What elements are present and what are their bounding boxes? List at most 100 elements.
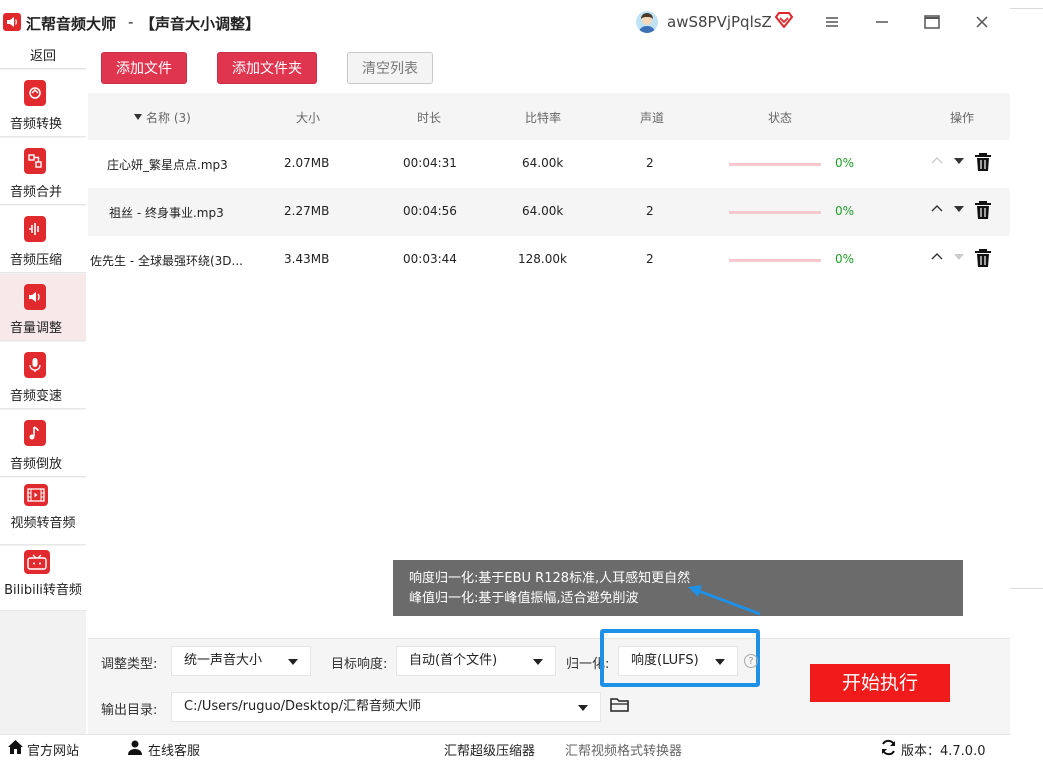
sort-caret-icon[interactable]	[133, 109, 143, 123]
vip-diamond-icon[interactable]	[774, 12, 794, 32]
app-window: 汇帮音频大师 - 【声音大小调整】 awS8PVjPqlsZ 返回 音频转换 音…	[0, 0, 1010, 764]
video-converter-link[interactable]: 汇帮视频格式转换器	[565, 740, 682, 759]
clear-list-button[interactable]: 清空列表	[347, 52, 433, 84]
sidebar-item-label: 音量调整	[9, 321, 62, 336]
sidebar-item-label: 音频压缩	[9, 253, 62, 268]
chevron-down-icon	[533, 659, 543, 665]
add-folder-button[interactable]: 添加文件夹	[217, 52, 317, 84]
move-down-icon[interactable]	[952, 202, 966, 220]
background-panel	[1010, 0, 1043, 764]
header-duration: 时长	[417, 111, 442, 125]
table-row[interactable]: 庄心妍_繁星点点.mp3 2.07MB 00:04:31 64.00k 2 0%	[88, 140, 1010, 188]
delete-icon[interactable]	[974, 248, 992, 272]
header-name[interactable]: 名称 (3)	[146, 109, 191, 126]
highlight-box	[600, 629, 760, 687]
avatar[interactable]	[636, 11, 658, 33]
tv-icon	[24, 550, 50, 574]
file-channels: 2	[646, 156, 654, 170]
progress-percent: 0%	[835, 204, 855, 218]
close-icon[interactable]	[970, 10, 994, 34]
sidebar-item-label: 视频转音频	[10, 516, 76, 531]
customer-service-icon[interactable]	[127, 739, 143, 759]
move-up-icon[interactable]	[930, 202, 944, 220]
output-dir-select[interactable]: C:/Users/ruguo/Desktop/汇帮音频大师	[171, 692, 601, 722]
file-size: 2.07MB	[284, 156, 330, 170]
normalize-tooltip: 响度归一化:基于EBU R128标准,人耳感知更自然 峰值归一化:基于峰值振幅,…	[393, 560, 963, 616]
divider	[1010, 8, 1043, 9]
progress-bar	[729, 163, 821, 166]
online-support-link[interactable]: 在线客服	[148, 740, 200, 759]
move-down-icon[interactable]	[952, 250, 966, 268]
sidebar-item-label: Bilibili转音频	[4, 583, 82, 598]
progress-percent: 0%	[835, 156, 855, 170]
maximize-icon[interactable]	[920, 10, 944, 34]
sidebar-item-label: 音频转换	[9, 117, 62, 132]
adjust-type-value: 统一声音大小	[184, 653, 263, 668]
divider	[1010, 588, 1043, 589]
header-bitrate: 比特率	[525, 111, 562, 125]
app-logo-icon	[3, 13, 21, 31]
sidebar-item-audio-speed[interactable]: 音频变速	[0, 342, 86, 409]
file-duration: 00:04:31	[403, 156, 457, 170]
adjust-type-label: 调整类型:	[101, 657, 158, 672]
sidebar-item-label: 音频合并	[9, 185, 62, 200]
file-size: 3.43MB	[284, 252, 330, 266]
move-down-icon[interactable]	[952, 154, 966, 172]
update-icon[interactable]	[880, 739, 897, 760]
username[interactable]: awS8PVjPqlsZ	[667, 13, 772, 31]
tooltip-line-1: 响度归一化:基于EBU R128标准,人耳感知更自然	[409, 571, 691, 586]
title-separator: -	[128, 13, 134, 31]
sidebar-item-audio-reverse[interactable]: 音频倒放	[0, 410, 86, 477]
sidebar-item-audio-convert[interactable]: 音频转换	[0, 70, 86, 137]
delete-icon[interactable]	[974, 200, 992, 224]
file-bitrate: 128.00k	[518, 252, 567, 266]
page-title: 【声音大小调整】	[140, 15, 261, 33]
table-row[interactable]: 祖丝 - 终身事业.mp3 2.27MB 00:04:56 64.00k 2 0…	[88, 188, 1010, 236]
file-bitrate: 64.00k	[522, 204, 564, 218]
minimize-icon[interactable]	[870, 10, 894, 34]
add-file-button[interactable]: 添加文件	[101, 52, 187, 84]
target-loudness-label: 目标响度:	[331, 657, 388, 672]
sidebar-item-audio-compress[interactable]: 音频压缩	[0, 206, 86, 273]
music-note-icon	[24, 420, 46, 446]
version-label: 版本：4.7.0.0	[901, 744, 986, 759]
move-up-icon[interactable]	[930, 154, 944, 172]
header-size: 大小	[296, 111, 321, 125]
sidebar-item-bilibili-to-audio[interactable]: Bilibili转音频	[0, 546, 86, 611]
official-website-link[interactable]: 官方网站	[27, 740, 79, 759]
table-header: 名称 (3) 大小 时长 比特率 声道 状态 操作	[88, 93, 1010, 140]
header-channels: 声道	[640, 111, 665, 125]
back-button[interactable]: 返回	[0, 44, 86, 69]
app-name: 汇帮音频大师	[26, 15, 117, 33]
move-up-icon[interactable]	[930, 250, 944, 268]
progress-percent: 0%	[835, 252, 855, 266]
chevron-down-icon	[288, 659, 298, 665]
output-dir-path: C:/Users/ruguo/Desktop/汇帮音频大师	[184, 699, 422, 714]
merge-icon	[24, 148, 46, 174]
table-row[interactable]: 佐先生 - 全球最强环绕(3D... 3.43MB 00:03:44 128.0…	[88, 236, 1010, 284]
folder-icon[interactable]	[610, 697, 630, 717]
microphone-icon	[24, 352, 46, 378]
refresh-icon	[24, 80, 46, 106]
sidebar-item-label: 音频变速	[9, 389, 62, 404]
sidebar-item-volume-adjust[interactable]: 音量调整	[0, 274, 86, 341]
home-icon[interactable]	[7, 739, 24, 759]
file-duration: 00:03:44	[403, 252, 457, 266]
menu-icon[interactable]	[820, 10, 844, 34]
adjust-type-select[interactable]: 统一声音大小	[171, 646, 311, 676]
super-compressor-link[interactable]: 汇帮超级压缩器	[444, 740, 535, 759]
target-loudness-select[interactable]: 自动(首个文件)	[396, 646, 556, 676]
sidebar-item-video-to-audio[interactable]: 视频转音频	[0, 478, 86, 545]
file-channels: 2	[646, 252, 654, 266]
help-icon[interactable]: ?	[744, 654, 758, 668]
header-actions: 操作	[950, 111, 975, 125]
status-bar: 官方网站 在线客服 汇帮超级压缩器 汇帮视频格式转换器 版本：4.7.0.0	[0, 734, 1010, 764]
start-button[interactable]: 开始执行	[810, 664, 950, 702]
tooltip-line-2: 峰值归一化:基于峰值振幅,适合避免削波	[409, 591, 639, 606]
sidebar: 返回 音频转换 音频合并 音频压缩 音量调整 音频变速 音频倒放 视频转音频 B…	[0, 44, 86, 734]
file-name: 佐先生 - 全球最强环绕(3D...	[90, 254, 243, 268]
compress-icon	[24, 216, 46, 242]
delete-icon[interactable]	[974, 152, 992, 176]
sidebar-item-audio-merge[interactable]: 音频合并	[0, 138, 86, 205]
file-size: 2.27MB	[284, 204, 330, 218]
